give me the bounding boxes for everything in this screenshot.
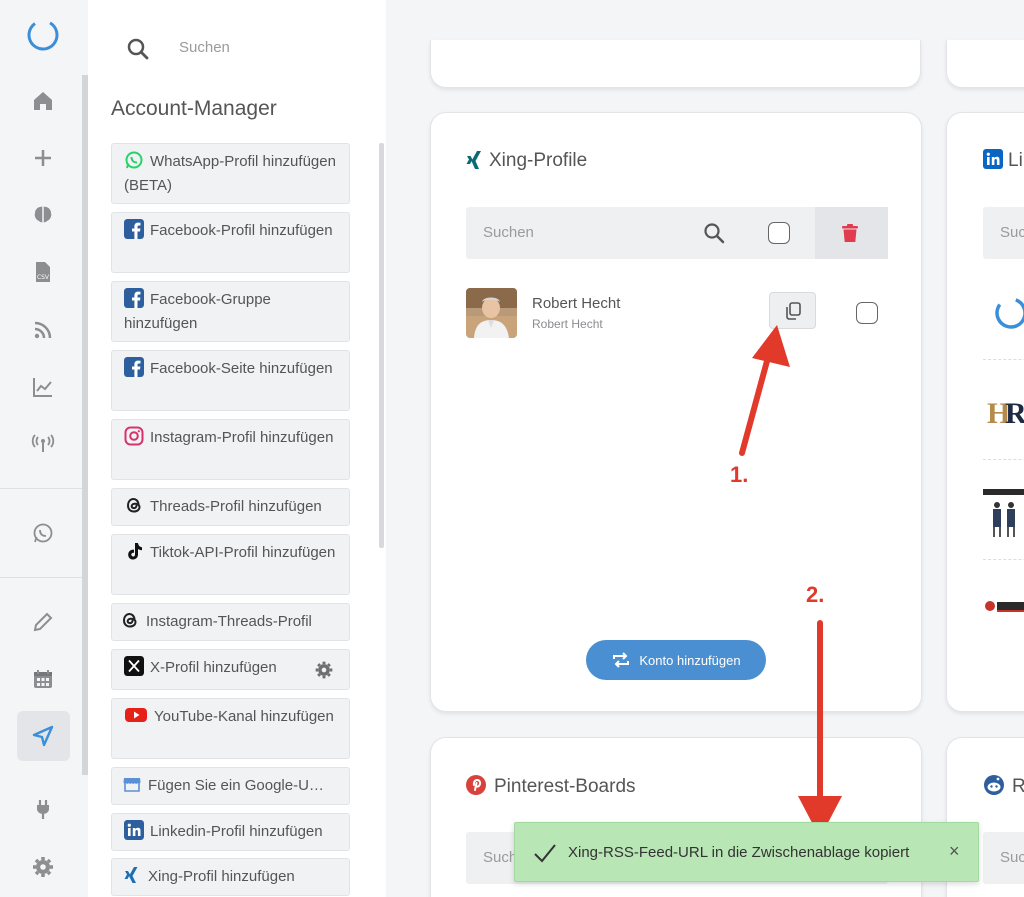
- reddit-card-title: R: [1012, 776, 1024, 797]
- pencil-icon[interactable]: [28, 607, 58, 637]
- select-all-checkbox[interactable]: [768, 222, 790, 244]
- x-icon: [124, 656, 144, 676]
- add-xing-profile-button[interactable]: Xing-Profil hinzufügen: [111, 858, 350, 896]
- tiktok-icon: [128, 543, 142, 560]
- software-logo-icon: [985, 601, 1024, 612]
- linkedin-icon: [983, 149, 1003, 169]
- pinterest-search-input[interactable]: Such: [483, 849, 517, 866]
- avatar: [466, 288, 517, 338]
- pinterest-card-title: Pinterest-Boards: [494, 776, 636, 797]
- add-linkedin-profile-button[interactable]: Linkedin-Profil hinzufügen: [111, 813, 350, 851]
- list-divider: [983, 559, 1024, 560]
- xing-search-bar: Suchen: [466, 207, 888, 259]
- add-x-profile-button[interactable]: X-Profil hinzufügen: [111, 649, 350, 690]
- xing-card-title: Xing-Profile: [489, 150, 588, 171]
- linkedin-search-bar: Suc: [983, 207, 1024, 259]
- list-divider: [983, 459, 1024, 460]
- rail-divider: [0, 577, 82, 578]
- csv-file-icon[interactable]: CSV: [28, 257, 58, 287]
- pinterest-icon: [466, 775, 486, 795]
- add-whatsapp-profile-button[interactable]: WhatsApp-Profil hinzufügen (BETA): [111, 143, 350, 204]
- toast-close-button[interactable]: ×: [949, 841, 960, 862]
- panel-scrollbar[interactable]: [379, 143, 384, 548]
- toast-message: Xing-RSS-Feed-URL in die Zwischenablage …: [568, 844, 910, 861]
- reddit-search-input[interactable]: Suc: [1000, 849, 1024, 866]
- linkedin-search-input[interactable]: Suc: [1000, 224, 1024, 241]
- add-google-business-button[interactable]: Fügen Sie ein Google-U…: [111, 767, 350, 805]
- home-icon[interactable]: [28, 86, 58, 116]
- search-input[interactable]: Suchen: [179, 39, 230, 56]
- delete-zone: [815, 207, 888, 259]
- xing-icon: [466, 151, 481, 169]
- app-logo-icon[interactable]: [25, 17, 61, 53]
- youtube-icon: [125, 708, 147, 722]
- svg-text:CSV: CSV: [37, 274, 50, 281]
- whatsapp-icon[interactable]: [28, 518, 58, 548]
- add-instagram-profile-button[interactable]: Instagram-Profil hinzufügen: [111, 419, 350, 480]
- search-icon[interactable]: [125, 36, 151, 62]
- list-divider: [983, 359, 1024, 360]
- copy-icon: [785, 301, 801, 320]
- add-account-button[interactable]: Konto hinzufügen: [586, 640, 766, 680]
- add-instagram-threads-profile-button[interactable]: Instagram-Threads-Profil: [111, 603, 350, 641]
- company-logo-icon: [995, 297, 1024, 329]
- reddit-search-bar: Suc: [983, 832, 1024, 884]
- repeat-icon: [613, 652, 630, 668]
- hr-logo-icon: HR: [985, 391, 1024, 431]
- plug-icon[interactable]: [28, 794, 58, 824]
- panel-title: Account-Manager: [111, 97, 277, 120]
- add-facebook-group-button[interactable]: Facebook-Gruppe hinzufügen: [111, 281, 350, 342]
- card-top-left-partial: [430, 40, 921, 88]
- account-manager-panel: Suchen Account-Manager WhatsApp-Profil h…: [88, 0, 386, 897]
- add-tiktok-profile-button[interactable]: Tiktok-API-Profil hinzufügen: [111, 534, 350, 595]
- facebook-icon: [124, 357, 144, 377]
- add-youtube-channel-button[interactable]: YouTube-Kanal hinzufügen: [111, 698, 350, 759]
- vr-navigator-logo-icon: [983, 489, 1024, 537]
- linkedin-icon: [124, 820, 144, 840]
- annotation-step-1: 1.: [730, 462, 749, 487]
- svg-text:R: R: [1005, 397, 1024, 430]
- profile-subtitle: Robert Hecht: [532, 317, 603, 331]
- reddit-icon: [984, 775, 1004, 795]
- plus-icon[interactable]: [28, 143, 58, 173]
- rss-icon[interactable]: [28, 315, 58, 345]
- add-facebook-profile-button[interactable]: Facebook-Profil hinzufügen: [111, 212, 350, 273]
- threads-icon: [122, 612, 137, 628]
- icon-rail: CSV: [0, 0, 88, 897]
- card-top-right-partial: [946, 40, 1024, 88]
- add-facebook-page-button[interactable]: Facebook-Seite hinzufügen: [111, 350, 350, 411]
- rail-divider: [0, 488, 82, 489]
- threads-icon: [126, 497, 141, 513]
- add-threads-profile-button[interactable]: Threads-Profil hinzufügen: [111, 488, 350, 526]
- check-icon: [534, 844, 556, 863]
- google-business-icon: [123, 778, 141, 792]
- send-icon[interactable]: [28, 721, 58, 751]
- linkedin-profiles-card: Li Suc HR: [946, 112, 1024, 712]
- linkedin-card-title: Li: [1008, 150, 1023, 171]
- analytics-chart-icon[interactable]: [28, 372, 58, 402]
- instagram-icon: [124, 426, 144, 446]
- annotation-arrow-2: [798, 620, 842, 838]
- trash-icon[interactable]: [839, 222, 861, 244]
- search-icon[interactable]: [702, 221, 726, 245]
- calendar-icon[interactable]: [28, 664, 58, 694]
- gear-icon[interactable]: [28, 852, 58, 882]
- profile-checkbox[interactable]: [856, 302, 878, 324]
- broadcast-icon[interactable]: [28, 428, 58, 458]
- annotation-step-2: 2.: [806, 582, 825, 607]
- clipboard-toast: Xing-RSS-Feed-URL in die Zwischenablage …: [514, 822, 979, 882]
- xing-profiles-card: Xing-Profile Suchen Robert Hecht Robert …: [430, 112, 922, 712]
- brain-icon[interactable]: [28, 200, 58, 230]
- whatsapp-icon: [125, 151, 143, 169]
- facebook-icon: [124, 288, 144, 308]
- facebook-icon: [124, 219, 144, 239]
- profile-name: Robert Hecht: [532, 295, 621, 312]
- xing-search-input[interactable]: Suchen: [483, 224, 534, 241]
- x-settings-gear-icon[interactable]: [314, 660, 334, 680]
- xing-icon: [124, 867, 138, 883]
